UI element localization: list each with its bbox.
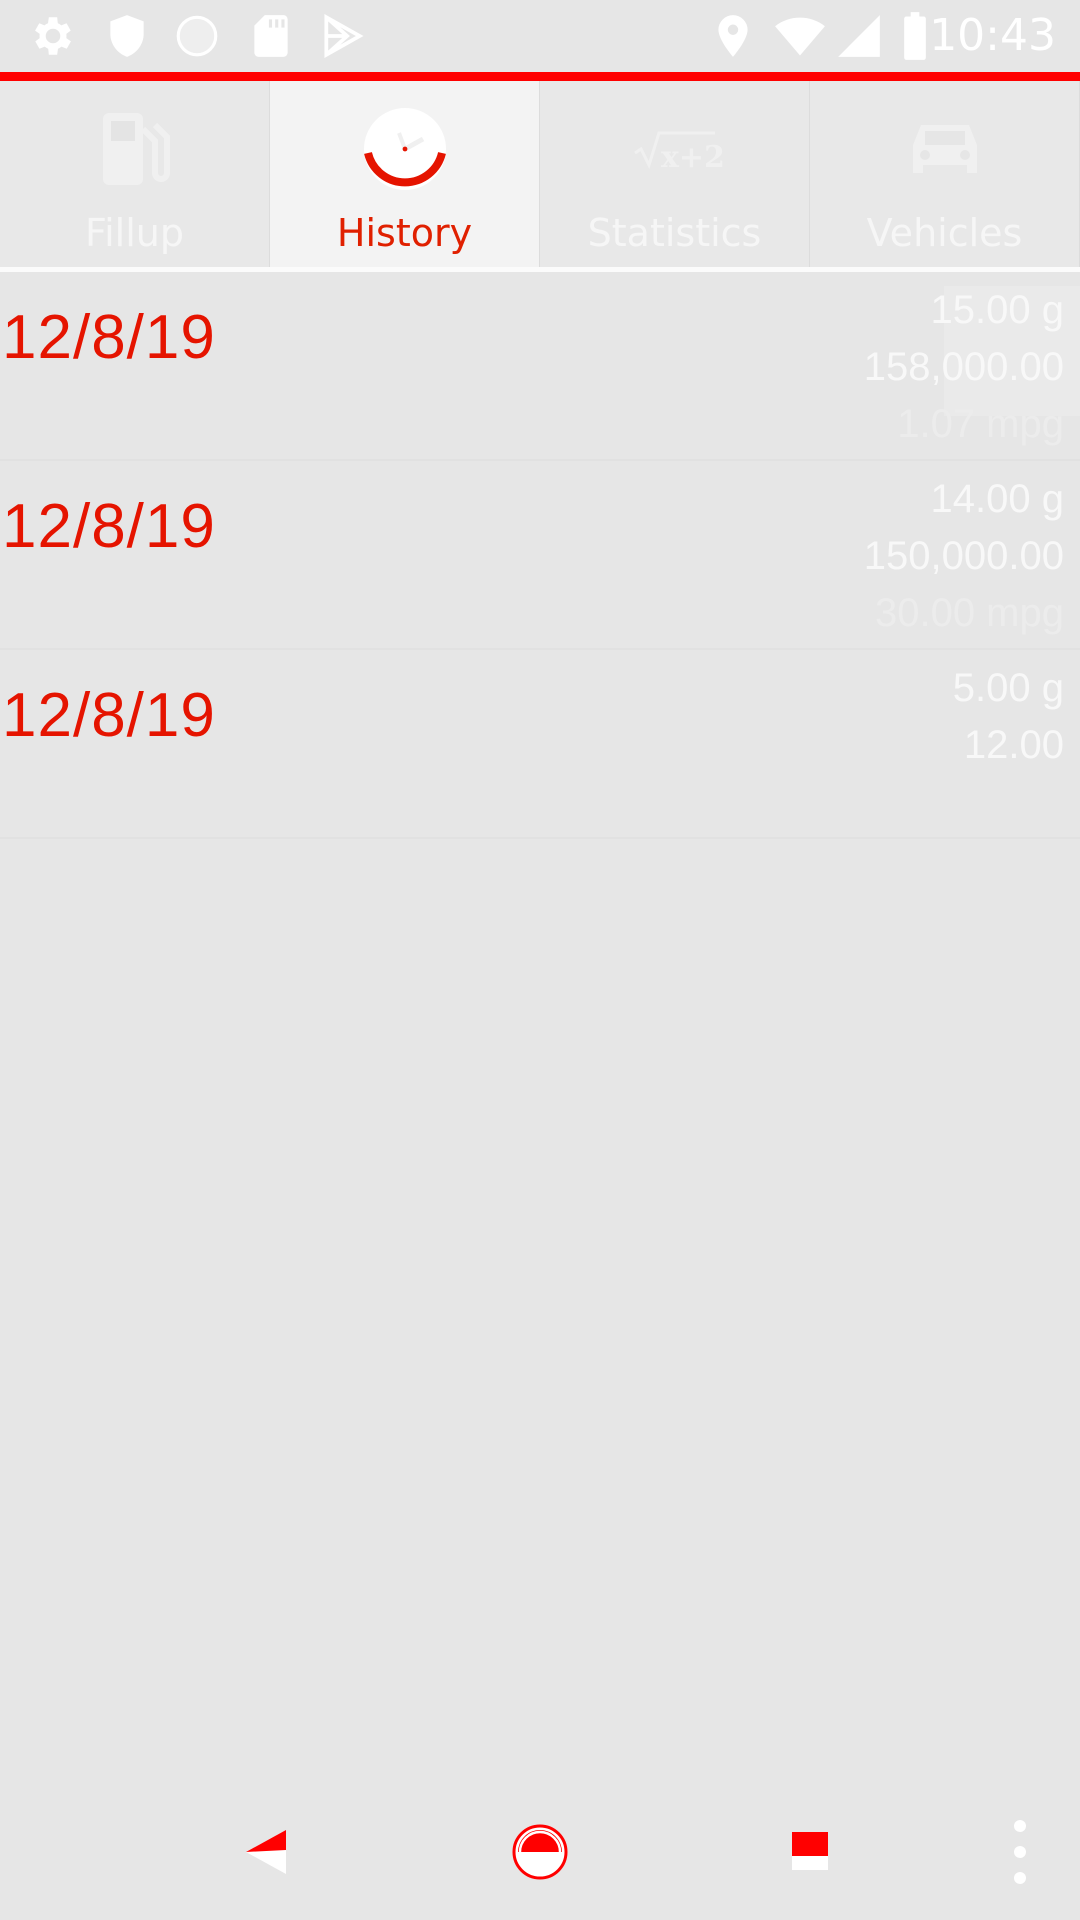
circle-icon <box>172 10 222 62</box>
recents-icon[interactable] <box>770 1812 850 1892</box>
gear-icon <box>28 10 78 62</box>
fillup-values: 5.00 g 12.00 <box>953 660 1064 774</box>
tab-label: History <box>336 211 473 255</box>
fillup-gallons: 15.00 g <box>930 288 1064 332</box>
tab-label: Statistics <box>587 211 762 255</box>
tab-label: Fillup <box>85 211 184 255</box>
fillup-odometer: 158,000.00 <box>863 345 1064 389</box>
fillup-values: 14.00 g 150,000.00 30.00 mpg <box>864 471 1064 642</box>
status-time: 10:43 <box>929 10 1056 61</box>
tab-fillup[interactable]: Fillup <box>0 81 270 267</box>
history-row[interactable]: 12/8/19 15.00 g 158,000.00 1.07 mpg <box>0 272 1080 461</box>
history-row[interactable]: 12/8/19 5.00 g 12.00 <box>0 650 1080 839</box>
wifi-icon <box>772 10 828 62</box>
tab-bar: Fillup History x+2 Statistics Vehicles <box>0 81 1080 267</box>
fillup-date: 12/8/19 <box>2 681 216 750</box>
formula-icon: x+2 <box>627 101 723 197</box>
location-icon <box>708 10 758 62</box>
navigation-bar <box>0 1790 1080 1920</box>
fillup-mpg: 30.00 mpg <box>874 591 1064 635</box>
fillup-mpg: 1.07 mpg <box>897 402 1064 446</box>
highlight-border-top <box>0 72 1080 81</box>
more-icon[interactable] <box>1000 1812 1040 1892</box>
signal-icon <box>834 10 884 62</box>
tab-history[interactable]: History <box>270 81 540 267</box>
svg-text:x+2: x+2 <box>661 140 723 175</box>
history-list[interactable]: 12/8/19 15.00 g 158,000.00 1.07 mpg 12/8… <box>0 272 1080 839</box>
fillup-gallons: 14.00 g <box>930 477 1064 521</box>
fillup-gallons: 5.00 g <box>952 666 1064 710</box>
status-bar: 10:43 <box>0 0 1080 72</box>
car-icon <box>897 101 993 197</box>
fillup-odometer: 12.00 <box>963 723 1064 767</box>
screen: 10:43 Fillup History x+2 Statistics Vehi… <box>0 0 1080 1920</box>
tab-label: Vehicles <box>866 211 1023 255</box>
fuel-pump-icon <box>87 101 183 197</box>
tab-statistics[interactable]: x+2 Statistics <box>540 81 810 267</box>
fillup-odometer: 150,000.00 <box>863 534 1064 578</box>
clock-icon <box>357 101 453 197</box>
shield-icon <box>102 10 152 62</box>
tab-vehicles[interactable]: Vehicles <box>810 81 1080 267</box>
fillup-date: 12/8/19 <box>2 492 216 561</box>
fillup-date: 12/8/19 <box>2 303 216 372</box>
fillup-values: 15.00 g 158,000.00 1.07 mpg <box>864 282 1064 453</box>
back-icon[interactable] <box>230 1812 310 1892</box>
sd-card-icon <box>246 10 296 62</box>
history-row[interactable]: 12/8/19 14.00 g 150,000.00 30.00 mpg <box>0 461 1080 650</box>
home-icon[interactable] <box>500 1812 580 1892</box>
play-store-icon <box>318 10 368 62</box>
